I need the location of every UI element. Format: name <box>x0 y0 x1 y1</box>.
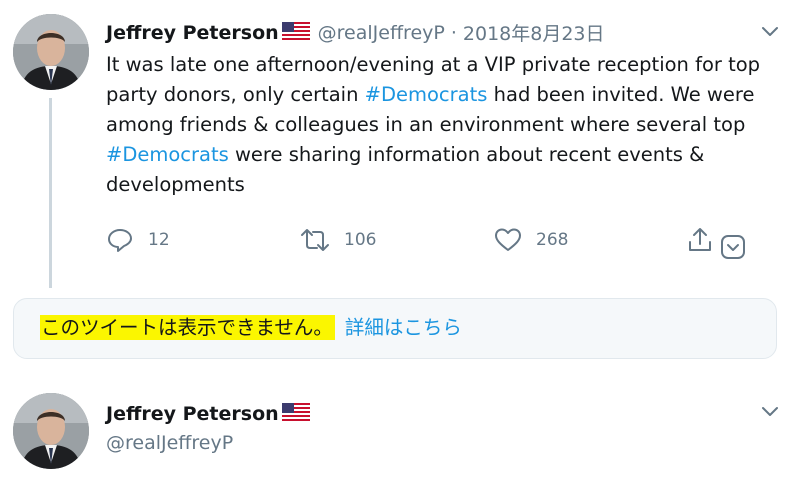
retweet-button[interactable]: 106 <box>300 226 376 254</box>
author-handle[interactable]: @realJeffreyP <box>106 432 233 454</box>
like-button[interactable]: 268 <box>494 226 568 254</box>
author-name[interactable]: Jeffrey Peterson <box>106 403 279 425</box>
unavailable-message: このツイートは表示できません。 <box>40 315 335 340</box>
chevron-down-icon[interactable] <box>760 402 780 422</box>
avatar[interactable] <box>13 14 89 90</box>
hashtag-link[interactable]: #Democrats <box>365 83 488 106</box>
heart-icon <box>494 226 522 254</box>
reply-icon <box>106 226 134 254</box>
more-actions-button[interactable] <box>720 234 746 260</box>
us-flag-icon <box>281 403 310 425</box>
retweet-count: 106 <box>344 230 377 250</box>
avatar[interactable] <box>13 393 89 469</box>
separator-dot: · <box>450 21 457 44</box>
hashtag-link[interactable]: #Democrats <box>106 143 229 166</box>
tweet-header: Jeffrey Peterson <box>106 403 318 425</box>
tweet-date[interactable]: 2018年8月23日 <box>463 19 605 46</box>
share-icon <box>686 226 714 254</box>
tweet-unavailable-notice: このツイートは表示できません。 詳細はこちら <box>13 298 777 359</box>
thread-line <box>49 98 52 288</box>
retweet-icon <box>300 226 330 254</box>
tweet-header: Jeffrey Peterson @realJeffreyP · 2018年8月… <box>106 19 605 46</box>
reply-count: 12 <box>148 230 170 250</box>
us-flag-icon <box>281 21 310 44</box>
chevron-down-circle-icon <box>720 234 746 260</box>
like-count: 268 <box>536 230 569 250</box>
learn-more-link[interactable]: 詳細はこちら <box>345 316 462 339</box>
chevron-down-icon[interactable] <box>760 22 780 42</box>
author-name[interactable]: Jeffrey Peterson <box>106 22 279 44</box>
tweet-actions: 12 106 268 <box>106 226 756 260</box>
share-button[interactable] <box>686 226 714 254</box>
tweet-text: It was late one afternoon/evening at a V… <box>106 50 776 200</box>
author-handle[interactable]: @realJeffreyP <box>318 22 445 44</box>
reply-button[interactable]: 12 <box>106 226 170 254</box>
